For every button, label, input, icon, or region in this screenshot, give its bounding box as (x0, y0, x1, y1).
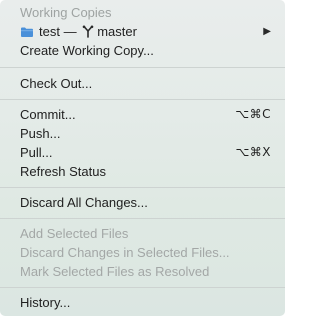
menu-separator (0, 287, 285, 288)
mark-resolved-label: Mark Selected Files as Resolved (20, 264, 210, 279)
add-selected-files-label: Add Selected Files (20, 226, 129, 241)
menu-item-refresh-status[interactable]: Refresh Status (20, 162, 271, 181)
menu-item-history[interactable]: History... (20, 293, 271, 312)
menu-item-commit[interactable]: Commit... ⌥⌘C (20, 105, 271, 124)
repo-branch-name: master (97, 24, 137, 39)
push-label: Push... (20, 126, 61, 141)
repo-name: test (39, 24, 60, 39)
create-working-copy-label: Create Working Copy... (20, 43, 154, 58)
menu-item-discard-all-changes[interactable]: Discard All Changes... (20, 193, 271, 212)
menu-item-repo-test[interactable]: test — master ▶ (20, 22, 271, 41)
working-copy-menu: Working Copies test — master ▶ Create Wo… (0, 0, 285, 316)
menu-item-check-out[interactable]: Check Out... (20, 74, 271, 93)
check-out-label: Check Out... (20, 76, 93, 91)
history-label: History... (20, 295, 71, 310)
commit-shortcut: ⌥⌘C (235, 107, 271, 121)
menu-item-add-selected-files: Add Selected Files (20, 224, 271, 243)
discard-all-changes-label: Discard All Changes... (20, 195, 148, 210)
menu-item-mark-resolved: Mark Selected Files as Resolved (20, 262, 271, 281)
section-header-working-copies: Working Copies (20, 3, 271, 22)
menu-item-push[interactable]: Push... (20, 124, 271, 143)
menu-separator (0, 187, 285, 188)
pull-label: Pull... (20, 145, 53, 160)
section-header-label: Working Copies (20, 5, 112, 20)
menu-item-pull[interactable]: Pull... ⌥⌘X (20, 143, 271, 162)
menu-item-discard-selected-changes: Discard Changes in Selected Files... (20, 243, 271, 262)
menu-separator (0, 218, 285, 219)
pull-shortcut: ⌥⌘X (235, 145, 271, 159)
refresh-status-label: Refresh Status (20, 164, 106, 179)
repo-separator-dash: — (63, 24, 77, 39)
discard-selected-changes-label: Discard Changes in Selected Files... (20, 245, 230, 260)
commit-label: Commit... (20, 107, 76, 122)
menu-separator (0, 67, 285, 68)
menu-separator (0, 99, 285, 100)
menu-item-create-working-copy[interactable]: Create Working Copy... (20, 41, 271, 60)
submenu-arrow-icon: ▶ (263, 26, 271, 37)
